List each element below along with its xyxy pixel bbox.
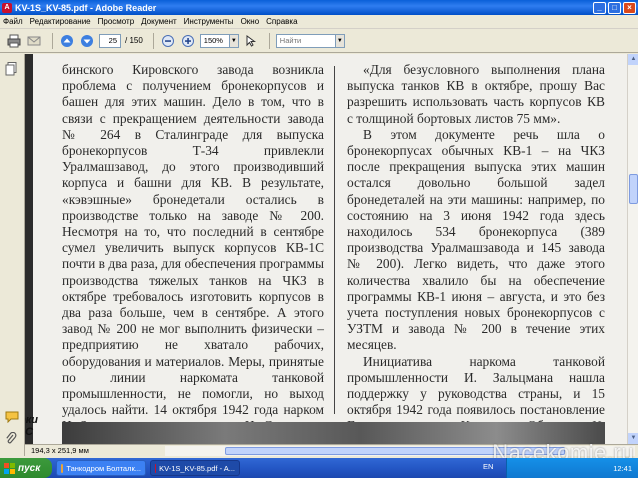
clock[interactable]: 12:41 xyxy=(613,464,632,473)
task-label: KV-1S_KV-85.pdf - A... xyxy=(159,463,235,473)
task-label: Танкодром Болталк... xyxy=(66,463,141,473)
window-title: KV-1S_KV-85.pdf - Adobe Reader xyxy=(15,2,157,13)
vertical-scrollbar[interactable]: ▲ ▼ xyxy=(627,54,638,444)
menu-view[interactable]: Просмотр xyxy=(98,17,135,26)
pdf-page: бинского Кировского завода возникла проб… xyxy=(33,54,627,444)
maximize-button[interactable]: □ xyxy=(608,1,621,14)
menu-bar: Файл Редактирование Просмотр Документ Ин… xyxy=(0,15,638,29)
menu-document[interactable]: Документ xyxy=(141,17,177,26)
start-button[interactable]: пуск xyxy=(0,458,52,478)
toolbar-separator xyxy=(152,32,154,49)
start-label: пуск xyxy=(18,462,41,474)
document-viewer[interactable]: бинского Кировского завода возникла проб… xyxy=(25,54,627,444)
pdf-icon xyxy=(155,463,157,473)
find-dropdown-icon[interactable]: ▼ xyxy=(335,33,345,48)
find-input[interactable] xyxy=(275,33,336,48)
menu-help[interactable]: Справка xyxy=(266,17,297,26)
paragraph: «Для безусловного выполнения плана выпус… xyxy=(347,62,605,126)
toolbar: / 150 ▼ ▼ xyxy=(0,29,638,53)
text-column-right: «Для безусловного выполнения плана выпус… xyxy=(347,62,605,444)
menu-tools[interactable]: Инструменты xyxy=(184,17,234,26)
windows-logo-icon xyxy=(4,462,15,474)
language-indicator[interactable]: EN xyxy=(483,462,493,471)
email-icon[interactable] xyxy=(26,33,42,49)
page-total: / 150 xyxy=(125,36,143,45)
scroll-thumb[interactable] xyxy=(629,174,638,204)
toolbar-separator xyxy=(52,32,53,49)
margin-note: рки 1С xyxy=(25,414,39,438)
page-number-input[interactable] xyxy=(99,33,121,48)
minimize-button[interactable]: _ xyxy=(593,1,606,14)
pages-icon[interactable] xyxy=(5,62,19,76)
taskbar-item-browser[interactable]: Танкодром Болталк... xyxy=(56,460,146,476)
system-tray: EN 12:41 xyxy=(483,458,638,478)
taskbar: пуск Танкодром Болталк... KV-1S_KV-85.pd… xyxy=(0,458,638,478)
title-bar: A KV-1S_KV-85.pdf - Adobe Reader _ □ × xyxy=(0,0,638,15)
attachments-icon[interactable] xyxy=(5,431,19,446)
column-divider xyxy=(334,66,335,414)
zoom-dropdown-icon[interactable]: ▼ xyxy=(229,33,239,48)
toolbar-separator xyxy=(268,32,270,49)
select-tool-icon[interactable] xyxy=(243,33,259,49)
browser-icon xyxy=(61,463,64,473)
comments-icon[interactable] xyxy=(5,410,19,424)
menu-file[interactable]: Файл xyxy=(3,17,23,26)
print-icon[interactable] xyxy=(6,33,22,49)
pdf-icon: A xyxy=(2,2,12,13)
next-page-icon[interactable] xyxy=(79,33,95,49)
paragraph: бинского Кировского завода возникла проб… xyxy=(62,62,324,444)
close-button[interactable]: × xyxy=(623,1,636,14)
zoom-in-icon[interactable] xyxy=(180,33,196,49)
prev-page-icon[interactable] xyxy=(59,33,75,49)
menu-edit[interactable]: Редактирование xyxy=(30,17,91,26)
navigation-pane xyxy=(0,54,25,456)
page-size-label: 194,3 x 251,9 мм xyxy=(31,446,89,455)
scroll-up-icon[interactable]: ▲ xyxy=(628,54,638,65)
zoom-out-icon[interactable] xyxy=(160,33,176,49)
zoom-level-input[interactable] xyxy=(199,33,230,48)
taskbar-item-adobe-reader[interactable]: KV-1S_KV-85.pdf - A... xyxy=(150,460,240,476)
text-column-left: бинского Кировского завода возникла проб… xyxy=(62,62,324,444)
menu-window[interactable]: Окно xyxy=(241,17,260,26)
paragraph: В этом документе речь шла о бронекорпуса… xyxy=(347,126,605,353)
